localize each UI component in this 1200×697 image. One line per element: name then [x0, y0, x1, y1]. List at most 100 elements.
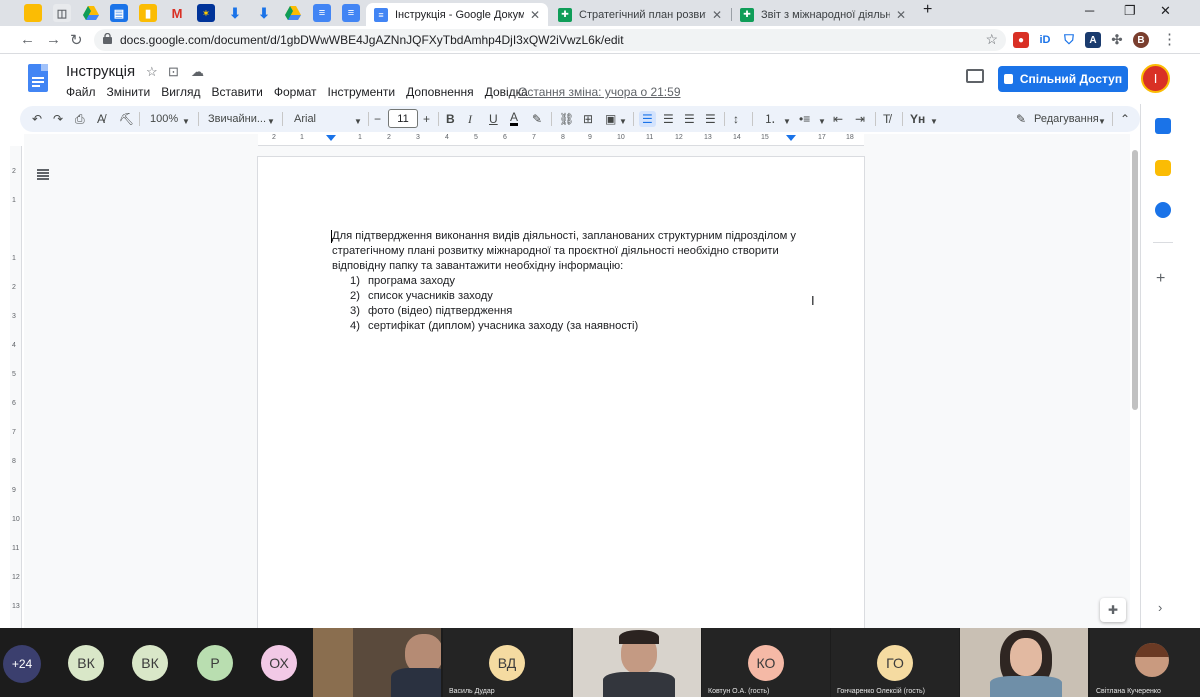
- participant-tile[interactable]: ГО Гончаренко Олексій (гость): [831, 628, 959, 697]
- menu-addons[interactable]: Доповнення: [406, 85, 474, 99]
- participant-avatar[interactable]: ВК: [68, 645, 104, 681]
- vertical-ruler[interactable]: 2 1 1 2 3 4 5 6 7 8 9 10 11 12 13: [10, 146, 22, 628]
- highlight-color-icon[interactable]: ✎: [532, 111, 542, 127]
- zoom-select[interactable]: 100%: [150, 111, 178, 127]
- print-icon[interactable]: ⎙: [75, 111, 85, 127]
- new-tab-icon[interactable]: +: [923, 1, 932, 19]
- share-button[interactable]: Спільний Доступ: [998, 66, 1128, 92]
- expand-panel-chevron-icon[interactable]: ›: [1158, 600, 1162, 615]
- account-avatar[interactable]: I: [1141, 64, 1170, 93]
- body-paragraph[interactable]: Для підтвердження виконання видів діяльн…: [332, 229, 802, 274]
- cloud-status-icon[interactable]: ☁: [191, 64, 204, 80]
- paint-format-icon[interactable]: ⛏: [119, 111, 134, 127]
- pinned-tab-classroom-icon[interactable]: ◫: [53, 4, 71, 22]
- tasks-icon[interactable]: [1155, 202, 1171, 218]
- close-tab-icon[interactable]: ✕: [712, 8, 722, 22]
- tab-strategic-plan[interactable]: ✚ Стратегічний план розвитку між ✕: [550, 3, 730, 26]
- font-size-input[interactable]: 11: [388, 109, 418, 128]
- undo-icon[interactable]: ↶: [32, 111, 42, 127]
- list-item[interactable]: 4) сертифікат (диплом) учасника заходу (з…: [350, 319, 638, 334]
- text-color-icon[interactable]: A: [510, 111, 519, 126]
- tab-instruction[interactable]: ≡ Інструкція - Google Документи ✕: [366, 3, 548, 26]
- back-arrow-icon[interactable]: ←: [20, 31, 35, 48]
- move-folder-icon[interactable]: ⊡: [168, 64, 179, 80]
- participant-video-tile[interactable]: [313, 628, 441, 697]
- font-select[interactable]: Arial: [294, 111, 316, 127]
- google-docs-logo-icon[interactable]: [28, 64, 48, 92]
- chevron-down-icon[interactable]: ▼: [267, 114, 275, 130]
- minimize-icon[interactable]: ─: [1085, 3, 1094, 18]
- last-edit-link[interactable]: Остання зміна: учора о 21:59: [518, 85, 681, 99]
- pinned-tab-gmail-icon[interactable]: M: [168, 4, 186, 22]
- extension-id-icon[interactable]: iD: [1037, 32, 1053, 48]
- align-right-icon[interactable]: ☰: [684, 111, 695, 127]
- forward-arrow-icon[interactable]: →: [46, 31, 61, 48]
- menu-file[interactable]: Файл: [66, 85, 96, 99]
- extensions-puzzle-icon[interactable]: ✣: [1109, 32, 1125, 48]
- pinned-tab-keep-icon[interactable]: ▮: [139, 4, 157, 22]
- decrease-indent-icon[interactable]: ⇤: [833, 111, 843, 127]
- star-icon[interactable]: ☆: [146, 64, 158, 80]
- more-participants-count[interactable]: +24: [3, 645, 41, 683]
- input-tools-icon[interactable]: Yн: [910, 111, 925, 127]
- insert-link-icon[interactable]: ⛓: [559, 111, 574, 127]
- list-item[interactable]: 2) список учасників заходу: [350, 289, 638, 304]
- calendar-icon[interactable]: [1155, 118, 1171, 134]
- participant-avatar[interactable]: ВК: [132, 645, 168, 681]
- bold-icon[interactable]: B: [446, 111, 455, 127]
- extension-record-icon[interactable]: ●: [1013, 32, 1029, 48]
- bookmark-star-icon[interactable]: ☆: [985, 31, 998, 48]
- insert-image-icon[interactable]: ▣: [605, 111, 616, 127]
- document-title[interactable]: Інструкція: [66, 63, 135, 80]
- pinned-tab-download-icon-2[interactable]: ⬇: [255, 4, 273, 22]
- pinned-tab-docs-icon[interactable]: ≡: [313, 4, 331, 22]
- left-indent-marker-icon[interactable]: [326, 135, 336, 141]
- pinned-tab-download-icon[interactable]: ⬇: [226, 4, 244, 22]
- pinned-tab-drive-icon[interactable]: [82, 4, 100, 22]
- tab-international-report[interactable]: ✚ Звіт з міжнародної діяльності - ✕: [732, 3, 914, 26]
- browser-menu-icon[interactable]: ⋮: [1162, 30, 1177, 48]
- close-tab-icon[interactable]: ✕: [896, 8, 906, 22]
- underline-icon[interactable]: U: [489, 111, 498, 127]
- right-indent-marker-icon[interactable]: [786, 135, 796, 141]
- pinned-tab-gift-icon[interactable]: [24, 4, 42, 22]
- participant-video-tile[interactable]: [960, 628, 1088, 697]
- bulleted-list-icon[interactable]: •≡: [799, 111, 810, 127]
- explore-button[interactable]: ✚: [1100, 598, 1126, 622]
- horizontal-ruler[interactable]: 2 1 1 2 3 4 5 6 7 8 9 10 11 12 13 14 15 …: [258, 134, 864, 146]
- comments-icon[interactable]: [966, 69, 984, 83]
- align-left-icon[interactable]: ☰: [639, 111, 656, 127]
- menu-format[interactable]: Формат: [274, 85, 317, 99]
- add-comment-icon[interactable]: ⊞: [583, 111, 593, 127]
- decrease-font-size-icon[interactable]: −: [374, 111, 381, 127]
- list-item[interactable]: 1) програма заходу: [350, 274, 638, 289]
- reload-icon[interactable]: ↻: [70, 31, 83, 49]
- pinned-tab-forms-icon[interactable]: ▤: [110, 4, 128, 22]
- extension-text-icon[interactable]: A: [1085, 32, 1101, 48]
- chevron-down-icon[interactable]: ▼: [783, 114, 791, 130]
- menu-tools[interactable]: Інструменти: [328, 85, 396, 99]
- vertical-scrollbar[interactable]: [1130, 146, 1140, 628]
- chevron-down-icon[interactable]: ▼: [182, 114, 190, 130]
- redo-icon[interactable]: ↷: [53, 111, 63, 127]
- hide-menus-chevron-up-icon[interactable]: ⌃: [1120, 111, 1130, 127]
- scrollbar-thumb[interactable]: [1132, 150, 1138, 410]
- document-outline-icon[interactable]: [36, 167, 50, 181]
- maximize-icon[interactable]: ❐: [1124, 3, 1136, 19]
- line-spacing-icon[interactable]: ↕: [733, 111, 739, 127]
- align-center-icon[interactable]: ☰: [663, 111, 674, 127]
- pinned-tab-docs-icon-2[interactable]: ≡: [342, 4, 360, 22]
- clear-formatting-icon[interactable]: T̸: [883, 111, 890, 127]
- close-window-icon[interactable]: ✕: [1160, 3, 1171, 19]
- chevron-down-icon[interactable]: ▼: [1098, 114, 1106, 130]
- chevron-down-icon[interactable]: ▼: [619, 114, 627, 130]
- document-page[interactable]: Для підтвердження виконання видів діяльн…: [258, 157, 864, 637]
- participant-tile[interactable]: КО Ковтун О.А. (гость): [702, 628, 830, 697]
- chevron-down-icon[interactable]: ▼: [818, 114, 826, 130]
- numbered-list-icon[interactable]: ⒈: [764, 111, 776, 127]
- menu-edit[interactable]: Змінити: [107, 85, 151, 99]
- participant-video-tile[interactable]: [573, 628, 701, 697]
- keep-icon[interactable]: [1155, 160, 1171, 176]
- spellcheck-icon[interactable]: A̸: [97, 111, 105, 127]
- chevron-down-icon[interactable]: ▼: [354, 114, 362, 130]
